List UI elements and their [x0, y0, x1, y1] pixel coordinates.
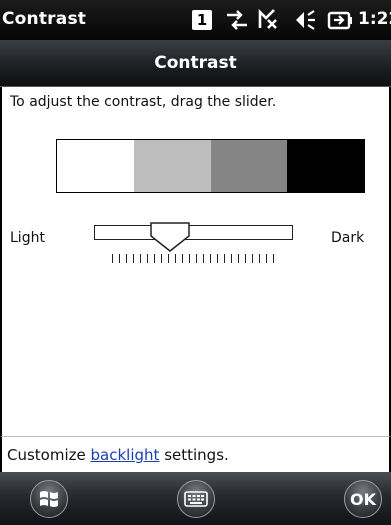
contrast-preview: [56, 139, 365, 193]
contrast-slider-thumb[interactable]: [150, 222, 190, 252]
clock[interactable]: 1:22: [358, 9, 391, 29]
backlight-link[interactable]: backlight: [91, 446, 160, 464]
battery-icon[interactable]: [326, 6, 354, 34]
swatch-white: [57, 140, 134, 192]
softkey-bar: OK: [0, 472, 391, 525]
keyboard-button[interactable]: [177, 480, 215, 518]
notification-count-badge[interactable]: 1: [192, 10, 212, 30]
slider-label-dark: Dark: [331, 230, 365, 246]
start-button[interactable]: [30, 480, 68, 518]
contrast-slider-track[interactable]: [94, 225, 293, 240]
page-title: Contrast: [154, 53, 237, 73]
title-bar: Contrast: [0, 40, 391, 87]
backlight-row: Customize backlight settings.: [0, 436, 391, 472]
windows-start-icon: [40, 491, 58, 507]
swatch-black: [287, 140, 364, 192]
status-bar: Contrast 1 1:2: [0, 0, 391, 40]
swatch-light-gray: [133, 140, 211, 192]
footer-prefix: Customize: [7, 446, 91, 464]
status-icons: 1: [0, 6, 391, 34]
connectivity-icon[interactable]: [224, 6, 250, 34]
swatch-dark-gray: [210, 140, 288, 192]
signal-icon[interactable]: [256, 6, 282, 34]
ok-button[interactable]: OK: [344, 480, 382, 518]
slider-label-light: Light: [10, 230, 45, 246]
keyboard-icon: [184, 491, 208, 507]
volume-icon[interactable]: [292, 6, 318, 34]
contrast-panel: To adjust the contrast, drag the slider.…: [0, 87, 391, 436]
slider-tick-marks: [112, 254, 280, 263]
footer-suffix: settings.: [159, 446, 229, 464]
instruction-text: To adjust the contrast, drag the slider.: [10, 94, 277, 110]
